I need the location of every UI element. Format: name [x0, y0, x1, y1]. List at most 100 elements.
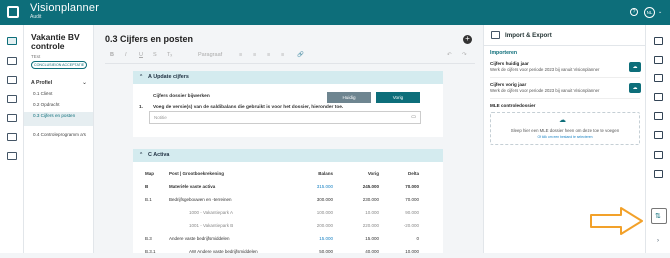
key-icon[interactable]	[654, 93, 663, 101]
row-balans: 300.000	[316, 197, 333, 202]
inbox-icon[interactable]	[7, 95, 17, 103]
row-post: Bedrijfsgebouwen en -terreinen	[169, 197, 232, 202]
align-left-icon[interactable]: ≡	[239, 52, 242, 58]
list-icon[interactable]	[7, 152, 17, 160]
cijfers-label: Cijfers dossier bijwerken	[153, 94, 210, 99]
section-update-cijfers: ⌃ A Update cijfers Cijfers dossier bijwer…	[133, 71, 443, 137]
import-previous-desc: Werk de cijfers voor periode 2023 bij va…	[490, 88, 600, 93]
panel-title: Import & Export	[505, 32, 552, 39]
section-header-c[interactable]: ⌃ C Activa	[133, 149, 443, 162]
table-row[interactable]: 1000 - Vakantiepark A 100.000 10.000 90.…	[133, 206, 443, 219]
book-icon[interactable]	[7, 76, 17, 84]
book-open-icon[interactable]	[654, 56, 663, 64]
nav-item-cijfers[interactable]: 0.3 Cijfers en posten	[24, 112, 93, 126]
cloud-import-previous-button[interactable]: ☁	[629, 83, 641, 93]
col-delta: Delta	[407, 171, 419, 176]
right-icon-rail: ⇅ ›	[645, 25, 670, 253]
col-balans: Balans	[318, 171, 333, 176]
history-icon[interactable]	[654, 170, 663, 178]
row-vorig: 245.000	[362, 184, 379, 189]
link-icon[interactable]: 🔗	[297, 52, 304, 58]
table-row[interactable]: B.1 Bedrijfsgebouwen en -terreinen 300.0…	[133, 193, 443, 206]
col-post: Post | Grootboekrekening	[169, 171, 225, 176]
add-button[interactable]: +	[463, 35, 472, 44]
activa-table: Map Post | Grootboekrekening Balans Vori…	[133, 167, 443, 258]
underline-button[interactable]: U	[139, 52, 143, 58]
chevron-down-icon[interactable]: ⌄	[658, 9, 662, 15]
row-balans[interactable]: 15.000	[293, 232, 333, 245]
table-header: Map Post | Grootboekrekening Balans Vori…	[133, 167, 443, 180]
col-vorig: Vorig	[367, 171, 379, 176]
row-balans[interactable]: 315.000	[293, 180, 333, 193]
table-row[interactable]: B Materiële vaste activa 315.000 245.000…	[133, 180, 443, 193]
row-vorig: 230.000	[362, 197, 379, 202]
chevron-up-icon[interactable]: ⌃	[139, 149, 148, 162]
logo-icon	[7, 6, 19, 18]
main-content: 0.3 Cijfers en posten + B I U S Tₓ Parag…	[95, 25, 483, 254]
avatar[interactable]: NL	[644, 7, 655, 18]
document-icon[interactable]	[7, 57, 17, 65]
row-map: B.3.1	[145, 249, 156, 254]
divider	[490, 98, 640, 99]
bank-icon[interactable]	[654, 74, 663, 82]
row-post: Andere vaste bedrijfsmiddelen	[169, 236, 230, 241]
row-delta: 10.000	[405, 249, 419, 254]
step-number: 1.	[139, 105, 144, 110]
table-row[interactable]: B.3 Andere vaste bedrijfsmiddelen 15.000…	[133, 232, 443, 245]
drop-select-link[interactable]: Of klik om een bestand te selecteren	[491, 135, 639, 139]
col-map: Map	[145, 171, 154, 176]
chevron-right-icon[interactable]: ›	[657, 238, 659, 244]
import-export-icon: ⇅	[655, 213, 661, 220]
bullet-list-icon[interactable]: ≡	[267, 52, 270, 58]
numbered-list-icon[interactable]: ≡	[281, 52, 284, 58]
bold-button[interactable]: B	[110, 52, 114, 58]
drop-text: Sleep hier een MLE dossier heen om deze …	[510, 128, 620, 133]
divider	[484, 45, 646, 46]
upload-cloud-icon: ☁	[559, 117, 566, 124]
building-icon[interactable]	[654, 37, 663, 45]
paperclip-icon[interactable]	[654, 131, 663, 139]
align-center-icon[interactable]: ≡	[253, 52, 256, 58]
row-post: Materiële vaste activa	[169, 184, 216, 189]
note-input[interactable]: Notitie ▭	[149, 111, 421, 124]
row-delta: 70.000	[405, 197, 419, 202]
table-row[interactable]: B.3.1 AW Andere vaste bedrijfsmiddelen 5…	[133, 245, 443, 258]
mle-drop-zone[interactable]: ☁ Sleep hier een MLE dossier heen om dez…	[490, 112, 640, 145]
italic-button[interactable]: I	[125, 52, 127, 58]
strike-button[interactable]: S	[153, 52, 157, 58]
chevron-down-icon[interactable]: ⌄	[82, 79, 87, 86]
import-previous-title: Cijfers vorig jaar	[490, 82, 527, 87]
divider	[490, 77, 640, 78]
clipboard-icon[interactable]	[7, 114, 17, 122]
comment-icon[interactable]	[654, 151, 663, 159]
vorig-button[interactable]: Vorig	[376, 92, 420, 103]
table-row[interactable]: 1001 - Vakantiepark B 200.000 220.000 -2…	[133, 219, 443, 232]
nav-item-client[interactable]: 0.1 Cliënt	[24, 91, 93, 97]
redo-icon[interactable]: ↷	[462, 52, 467, 58]
nav-item-opdracht[interactable]: 0.2 Opdracht	[24, 102, 93, 108]
clear-format-button[interactable]: Tₓ	[167, 52, 172, 58]
import-export-toggle-button[interactable]: ⇅	[651, 208, 667, 224]
row-delta: 0	[416, 236, 419, 241]
chevron-up-icon[interactable]: ⌃	[139, 71, 148, 84]
row-vorig: 220.000	[362, 223, 379, 228]
paragraph-select[interactable]: Paragraaf	[198, 52, 222, 58]
comment-icon[interactable]: ▭	[411, 114, 416, 120]
folder-icon[interactable]	[7, 37, 17, 45]
page-title: 0.3 Cijfers en posten	[105, 34, 194, 44]
nav-section-header[interactable]: A Profiel	[31, 80, 52, 86]
nav-item-controleprogrammas[interactable]: 0.4 Controleprogramm a's	[24, 132, 93, 138]
cloud-import-current-button[interactable]: ☁	[629, 62, 641, 72]
row-post: 1000 - Vakantiepark A	[189, 210, 233, 215]
row-balans: 100.000	[316, 210, 333, 215]
huidig-button[interactable]: Huidig	[327, 92, 371, 103]
row-delta: 90.000	[405, 210, 419, 215]
row-vorig: 10.000	[365, 210, 379, 215]
send-icon[interactable]	[7, 133, 17, 141]
section-header-a[interactable]: ⌃ A Update cijfers	[133, 71, 443, 84]
undo-icon[interactable]: ↶	[447, 52, 452, 58]
help-icon[interactable]: ?	[630, 8, 638, 16]
certificate-icon[interactable]	[654, 112, 663, 120]
row-vorig: 40.000	[365, 249, 379, 254]
row-post: 1001 - Vakantiepark B	[189, 223, 234, 228]
